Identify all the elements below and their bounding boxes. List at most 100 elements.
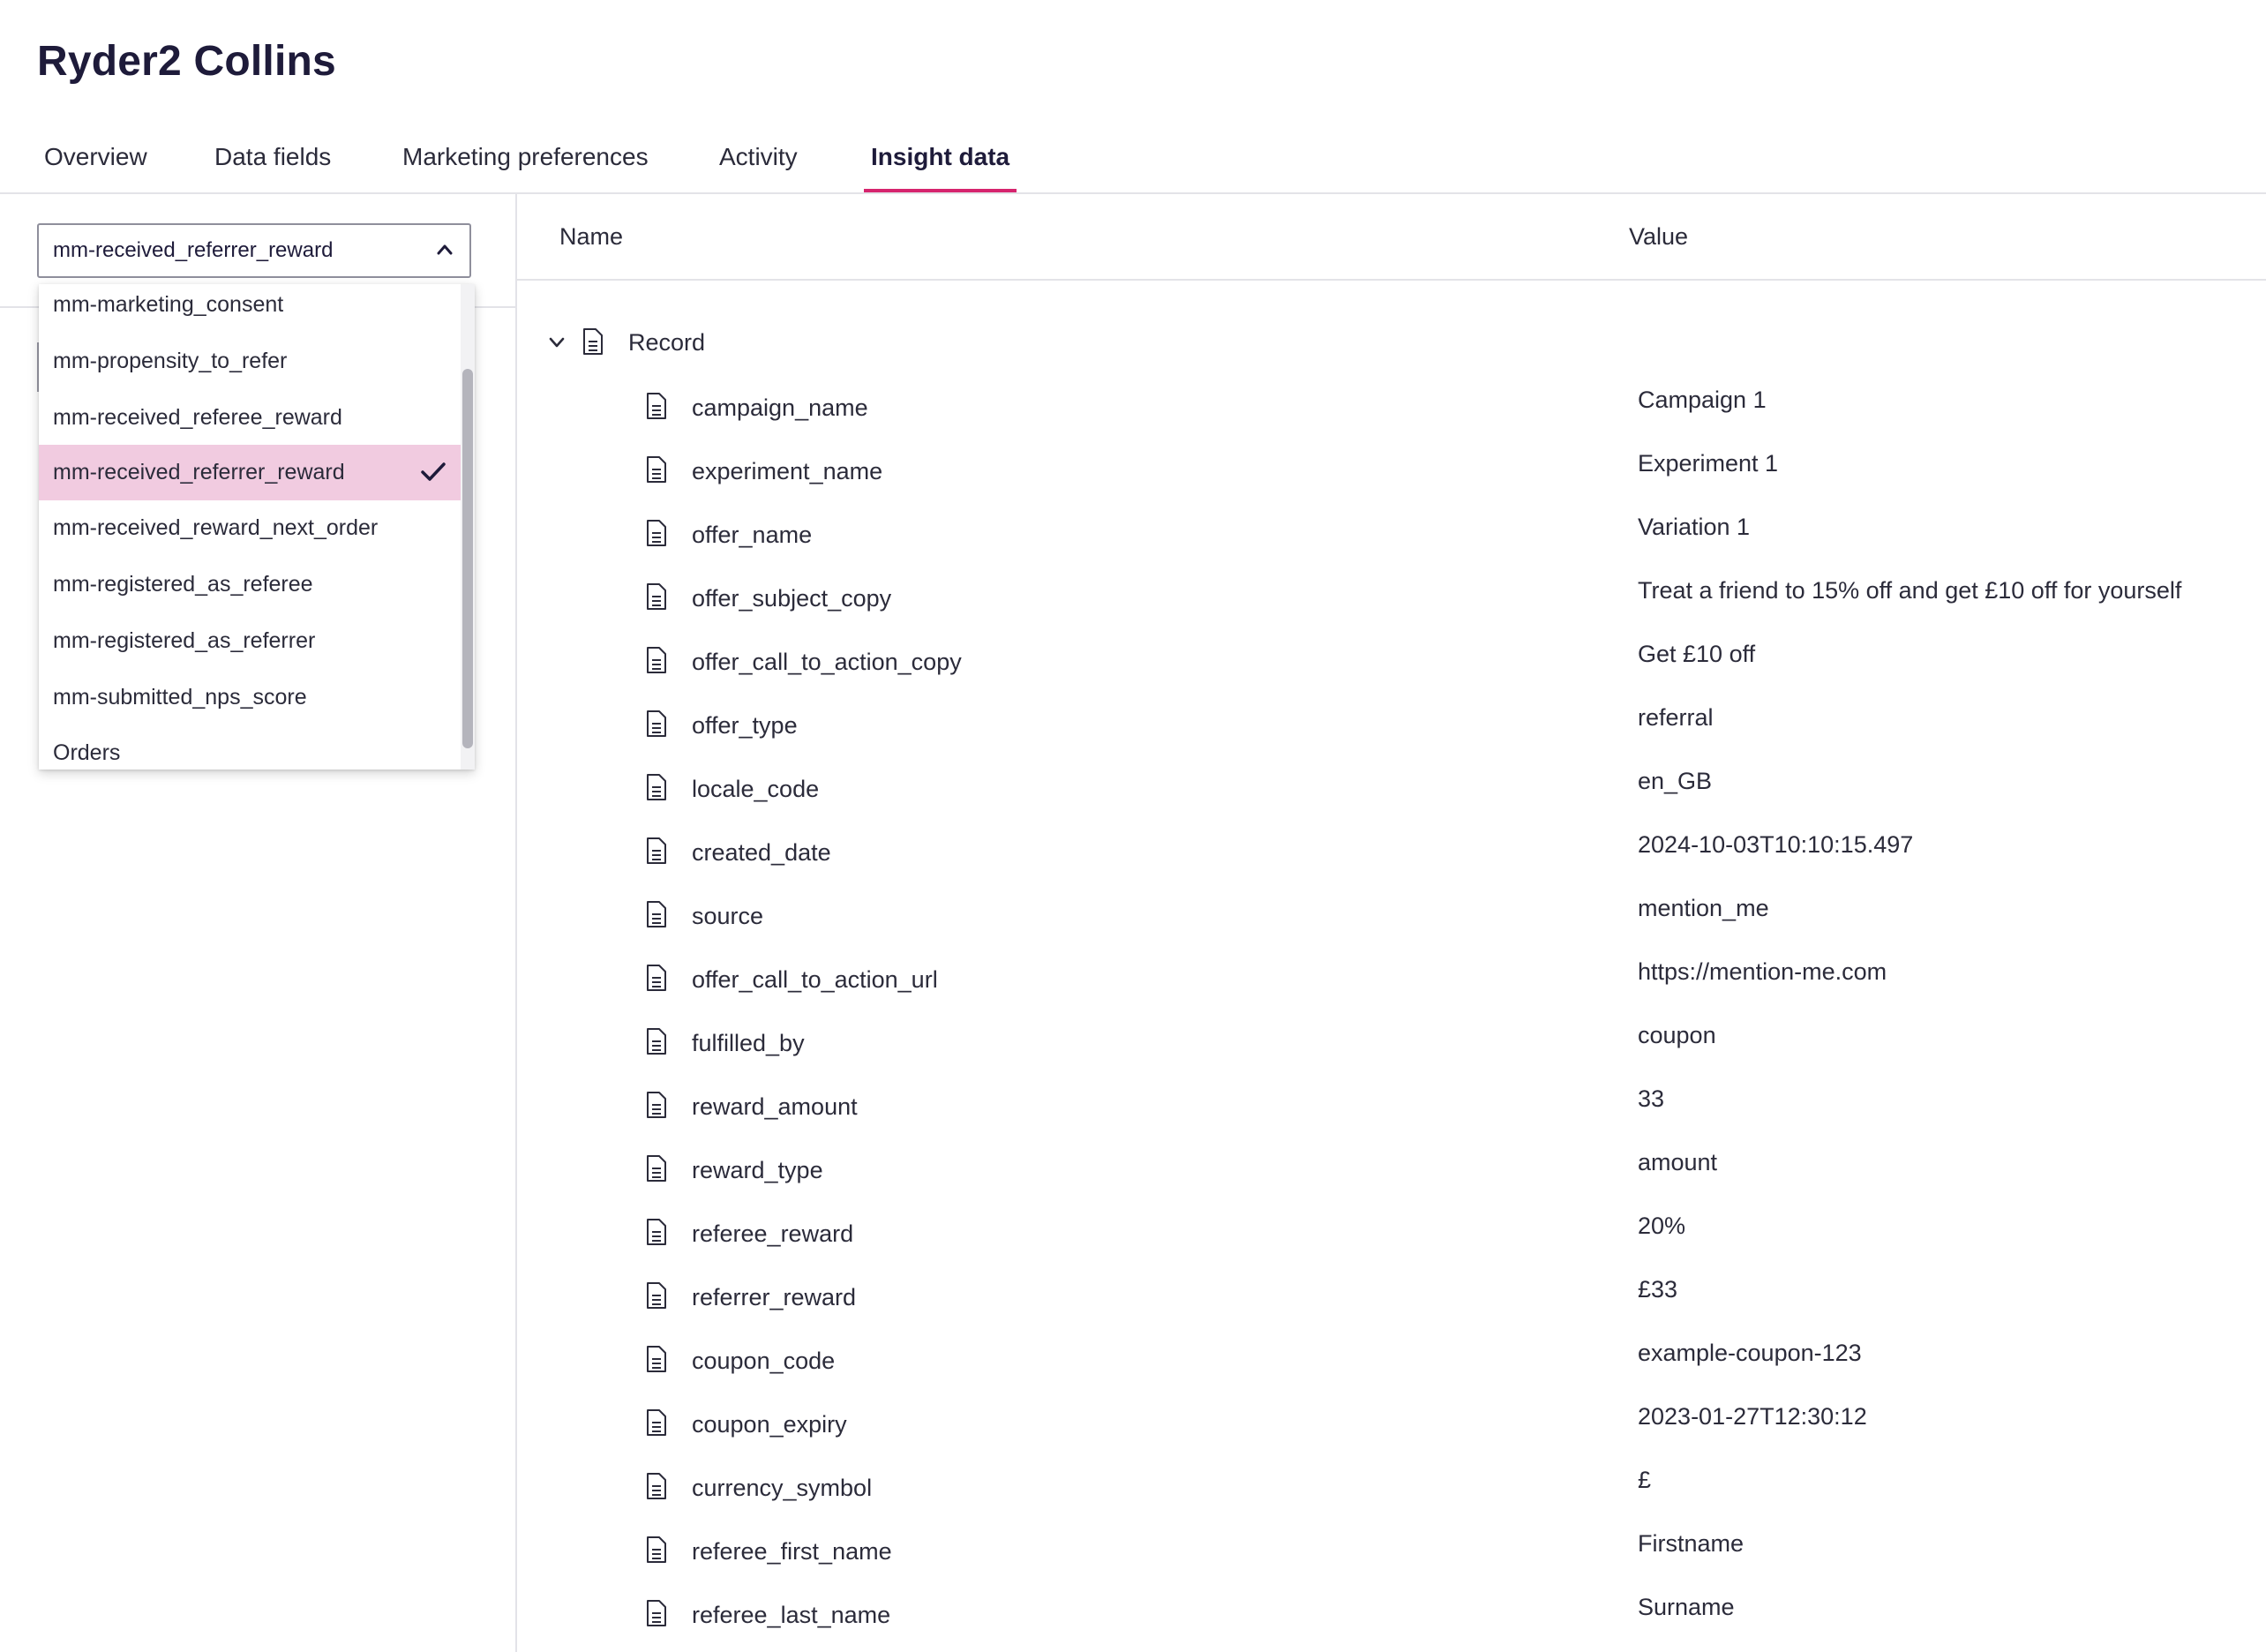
table-row[interactable]: referee_last_name Surname <box>517 1581 2266 1645</box>
column-header-value: Value <box>1629 223 1689 250</box>
table-row[interactable]: created_date 2024-10-03T10:10:15.497 <box>517 819 2266 882</box>
field-name: source <box>692 903 764 929</box>
dropdown-option-orders[interactable]: Orders <box>39 725 461 770</box>
field-name: coupon_expiry <box>692 1411 847 1438</box>
field-value: mention_me <box>1638 895 1769 921</box>
table-row[interactable]: offer_call_to_action_url https://mention… <box>517 946 2266 1010</box>
field-value: referral <box>1638 704 1714 731</box>
field-value: Treat a friend to 15% off and get £10 of… <box>1638 577 2182 604</box>
field-name: currency_symbol <box>692 1475 873 1501</box>
table-row[interactable]: reward_amount 33 <box>517 1073 2266 1137</box>
document-icon <box>647 1219 666 1245</box>
document-icon <box>647 1346 666 1372</box>
dropdown-option-submitted-nps-score[interactable]: mm-submitted_nps_score <box>39 670 461 725</box>
table-row[interactable]: referee_reward 20% <box>517 1200 2266 1264</box>
table-row[interactable]: coupon_code example-coupon-123 <box>517 1327 2266 1391</box>
dropdown-option-received-reward-next-order[interactable]: mm-received_reward_next_order <box>39 500 461 556</box>
table-row[interactable]: offer_call_to_action_copy Get £10 off <box>517 628 2266 692</box>
field-name: locale_code <box>692 776 820 802</box>
insight-type-select-value: mm-received_referrer_reward <box>53 238 334 262</box>
field-name: experiment_name <box>692 458 883 484</box>
document-icon <box>647 1155 666 1182</box>
field-name: created_date <box>692 839 831 866</box>
dropdown-option-received-referrer-reward[interactable]: mm-received_referrer_reward <box>39 445 461 500</box>
field-name: referee_reward <box>692 1220 854 1247</box>
dropdown-option-propensity-to-refer[interactable]: mm-propensity_to_refer <box>39 334 461 389</box>
field-value: Firstname <box>1638 1530 1745 1557</box>
document-icon <box>647 1282 666 1309</box>
field-name: fulfilled_by <box>692 1030 805 1056</box>
document-icon <box>647 1536 666 1563</box>
table-row[interactable]: locale_code en_GB <box>517 755 2266 819</box>
insight-type-dropdown-list: mm-marketing_consent mm-propensity_to_re… <box>39 284 475 770</box>
table-row[interactable]: offer_subject_copy Treat a friend to 15%… <box>517 565 2266 628</box>
field-value: £ <box>1638 1467 1652 1493</box>
dropdown-option-registered-as-referrer[interactable]: mm-registered_as_referrer <box>39 613 461 669</box>
tab-overview[interactable]: Overview <box>37 132 154 192</box>
dropdown-option-registered-as-referee[interactable]: mm-registered_as_referee <box>39 557 461 612</box>
field-value: Get £10 off <box>1638 641 1756 667</box>
tab-marketing-preferences[interactable]: Marketing preferences <box>395 132 656 192</box>
document-icon <box>647 583 666 610</box>
table-row[interactable]: referee_first_name Firstname <box>517 1518 2266 1581</box>
field-name: offer_call_to_action_copy <box>692 649 962 675</box>
document-icon <box>647 965 666 991</box>
checkmark-icon <box>421 462 446 481</box>
table-row[interactable]: offer_name Variation 1 <box>517 501 2266 565</box>
field-name: offer_name <box>692 522 813 548</box>
table-row[interactable]: reward_type amount <box>517 1137 2266 1200</box>
tab-data-fields[interactable]: Data fields <box>207 132 338 192</box>
tab-insight-data[interactable]: Insight data <box>864 132 1017 192</box>
field-name: referee_last_name <box>692 1602 891 1628</box>
dropdown-option-received-referee-reward[interactable]: mm-received_referee_reward <box>39 390 461 446</box>
field-value: en_GB <box>1638 768 1713 794</box>
insight-type-select[interactable]: mm-received_referrer_reward <box>37 223 471 278</box>
document-icon <box>647 1028 666 1055</box>
document-icon <box>647 456 666 483</box>
field-name: coupon_code <box>692 1348 836 1374</box>
field-name: referee_first_name <box>692 1538 892 1565</box>
table-row[interactable]: currency_symbol £ <box>517 1454 2266 1518</box>
field-name: reward_type <box>692 1157 823 1183</box>
document-icon <box>647 1092 666 1118</box>
field-value: amount <box>1638 1149 1718 1175</box>
field-value: https://mention-me.com <box>1638 958 1887 985</box>
dropdown-option-marketing-consent[interactable]: mm-marketing_consent <box>39 284 461 333</box>
field-value: 2023-01-27T12:30:12 <box>1638 1403 1867 1430</box>
field-name: offer_type <box>692 712 798 739</box>
table-row[interactable]: fulfilled_by coupon <box>517 1010 2266 1073</box>
field-name: referrer_reward <box>692 1284 857 1310</box>
insight-type-panel: mm-received_referrer_reward mm-marketing… <box>0 194 517 1652</box>
dropdown-scrollbar-track[interactable] <box>461 284 475 770</box>
document-icon <box>647 1409 666 1436</box>
tab-activity[interactable]: Activity <box>712 132 805 192</box>
document-icon <box>647 710 666 737</box>
field-value: Campaign 1 <box>1638 387 1767 413</box>
column-header-name: Name <box>559 223 624 250</box>
record-node[interactable]: Record <box>517 320 1223 364</box>
document-icon <box>647 901 666 927</box>
document-icon <box>647 774 666 800</box>
field-name: offer_subject_copy <box>692 585 892 612</box>
table-row[interactable]: campaign_name Campaign 1 <box>517 374 2266 438</box>
field-name: offer_call_to_action_url <box>692 966 938 993</box>
dropdown-scrollbar-thumb[interactable] <box>462 369 473 748</box>
field-value: Variation 1 <box>1638 514 1751 540</box>
chevron-up-icon[interactable] <box>436 241 454 259</box>
dropdown-option-label: mm-received_referrer_reward <box>53 460 345 484</box>
field-value: 2024-10-03T10:10:15.497 <box>1638 831 1914 858</box>
table-row[interactable]: experiment_name Experiment 1 <box>517 438 2266 501</box>
tab-bar: Overview Data fields Marketing preferenc… <box>0 132 2266 192</box>
table-row[interactable]: source mention_me <box>517 882 2266 946</box>
insight-data-table: Name Value Record campaign_name Campaign… <box>517 194 2266 1652</box>
field-value: example-coupon-123 <box>1638 1340 1862 1366</box>
document-icon <box>647 837 666 864</box>
table-row[interactable]: offer_type referral <box>517 692 2266 755</box>
field-value: £33 <box>1638 1276 1678 1303</box>
chevron-down-icon[interactable] <box>549 336 565 349</box>
table-row[interactable]: coupon_expiry 2023-01-27T12:30:12 <box>517 1391 2266 1454</box>
field-value: 20% <box>1638 1213 1686 1239</box>
document-icon <box>647 1473 666 1499</box>
table-row[interactable]: referrer_reward £33 <box>517 1264 2266 1327</box>
field-name: reward_amount <box>692 1093 858 1120</box>
